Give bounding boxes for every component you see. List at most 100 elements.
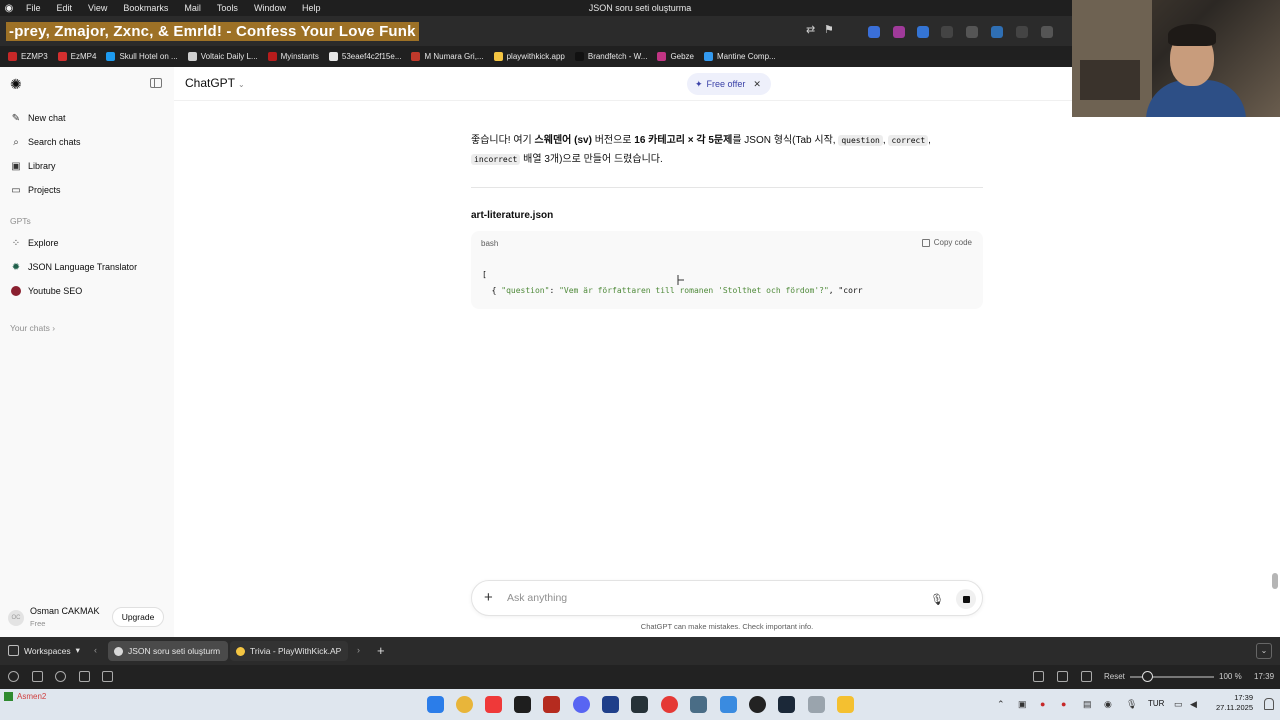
app-icon[interactable] bbox=[690, 696, 707, 713]
filezilla-icon[interactable] bbox=[543, 696, 560, 713]
extension-blue-icon[interactable] bbox=[917, 26, 929, 38]
tab-json-soru[interactable]: JSON soru seti oluşturm bbox=[108, 641, 228, 661]
new-tab-button[interactable]: + bbox=[377, 643, 385, 658]
openai-logo-icon[interactable]: ✺ bbox=[10, 76, 26, 92]
tray-app-icon[interactable]: ▤ bbox=[1083, 699, 1092, 710]
copy-code-button[interactable]: Copy code bbox=[921, 238, 972, 247]
sidebar-item-explore[interactable]: ⁘ Explore bbox=[10, 234, 59, 252]
chevron-right-icon[interactable]: › bbox=[357, 645, 360, 655]
grid-icon: ⁘ bbox=[11, 237, 21, 249]
zoom-slider-knob[interactable] bbox=[1142, 671, 1153, 682]
menu-help[interactable]: Help bbox=[294, 3, 329, 13]
app-icon[interactable] bbox=[720, 696, 737, 713]
system-clock[interactable]: 17:39 27.11.2025 bbox=[1213, 693, 1253, 713]
extension-shield-icon[interactable] bbox=[991, 26, 1003, 38]
microphone-icon[interactable]: 🎙 bbox=[1126, 699, 1137, 710]
capture-icon[interactable] bbox=[1033, 671, 1044, 682]
free-offer-badge[interactable]: ✦ Free offer ✕ bbox=[687, 73, 771, 95]
media-player-icon[interactable] bbox=[661, 696, 678, 713]
chevron-left-icon[interactable]: ‹ bbox=[94, 645, 97, 655]
chrome-icon[interactable] bbox=[456, 696, 473, 713]
menu-bookmarks[interactable]: Bookmarks bbox=[115, 3, 176, 13]
cloud-sync-icon[interactable] bbox=[55, 671, 66, 682]
tab-trivia[interactable]: Trivia - PlayWithKick.AP ✕ bbox=[230, 641, 348, 661]
sidebar-item-search-chats[interactable]: ⌕ Search chats bbox=[10, 133, 80, 151]
extension-purple-icon[interactable] bbox=[893, 26, 905, 38]
discord-icon[interactable] bbox=[573, 696, 590, 713]
vivaldi-icon[interactable] bbox=[485, 696, 502, 713]
network-icon[interactable]: ▭ bbox=[1174, 699, 1183, 710]
user-profile[interactable]: OC Osman CAKMAK Free Upgrade bbox=[8, 604, 168, 630]
bookmark-item[interactable]: Skull Hotel on ... bbox=[106, 52, 178, 61]
vivaldi-logo-icon[interactable]: ◉ bbox=[0, 3, 18, 14]
model-selector[interactable]: ChatGPT ⌄ bbox=[185, 76, 245, 90]
chevron-down-icon: ▾ bbox=[75, 645, 80, 655]
app-icon[interactable] bbox=[808, 696, 825, 713]
close-tab-icon[interactable]: ✕ bbox=[347, 646, 348, 657]
close-icon[interactable]: ✕ bbox=[753, 79, 761, 90]
prompt-input[interactable]: Ask anything bbox=[507, 592, 567, 604]
bookmark-item[interactable]: Mantine Comp... bbox=[704, 52, 776, 61]
stop-generating-button[interactable] bbox=[956, 589, 976, 609]
page-actions-icon[interactable] bbox=[1081, 671, 1092, 682]
extension-window-icon[interactable] bbox=[966, 26, 978, 38]
workspaces-button[interactable]: Workspaces ▾ bbox=[8, 645, 80, 656]
app-icon[interactable] bbox=[749, 696, 766, 713]
tray-app-icon[interactable]: ● bbox=[1061, 699, 1066, 709]
mail-icon[interactable] bbox=[79, 671, 90, 682]
your-chats-heading[interactable]: Your chats › bbox=[10, 323, 55, 333]
bookmark-item[interactable]: EzMP4 bbox=[57, 52, 96, 61]
bookmark-item[interactable]: EZMP3 bbox=[8, 52, 48, 61]
steam-icon[interactable] bbox=[778, 696, 795, 713]
language-indicator[interactable]: TUR bbox=[1148, 699, 1164, 708]
translate-extension-icon[interactable] bbox=[868, 26, 880, 38]
extension-pen-icon[interactable] bbox=[1016, 26, 1028, 38]
tray-app-icon[interactable]: ▣ bbox=[1018, 699, 1027, 710]
chevron-up-icon[interactable]: ⌃ bbox=[997, 699, 1005, 710]
sidebar-toggle-icon[interactable] bbox=[150, 78, 162, 88]
bookmark-item[interactable]: Brandfetch - W... bbox=[574, 52, 647, 61]
sidebar-item-library[interactable]: ▣ Library bbox=[10, 157, 55, 175]
app-icon[interactable] bbox=[631, 696, 648, 713]
sidebar-item-new-chat[interactable]: ✎ New chat bbox=[10, 109, 66, 127]
sidebar-item-projects[interactable]: ▭ Projects bbox=[10, 181, 60, 199]
app-icon[interactable] bbox=[602, 696, 619, 713]
panel-toggle-icon[interactable] bbox=[32, 671, 43, 682]
sidebar-item-json-language-translator[interactable]: ✹ JSON Language Translator bbox=[10, 258, 137, 276]
menu-tools[interactable]: Tools bbox=[209, 3, 246, 13]
bookmark-item[interactable]: Myinstants bbox=[267, 52, 319, 61]
scrollbar[interactable] bbox=[1272, 573, 1278, 589]
upgrade-button[interactable]: Upgrade bbox=[112, 607, 164, 627]
volume-icon[interactable]: ◀ bbox=[1190, 699, 1197, 710]
menu-mail[interactable]: Mail bbox=[176, 3, 209, 13]
bookmark-item[interactable]: playwithkick.app bbox=[493, 52, 565, 61]
extension-recycle-icon[interactable] bbox=[941, 26, 953, 38]
windows-start-icon[interactable] bbox=[427, 696, 444, 713]
menu-edit[interactable]: Edit bbox=[49, 3, 81, 13]
menu-window[interactable]: Window bbox=[246, 3, 294, 13]
tray-app-icon[interactable]: ● bbox=[1040, 699, 1045, 709]
file-explorer-icon[interactable] bbox=[837, 696, 854, 713]
notification-bell-icon[interactable] bbox=[1264, 698, 1274, 710]
bookmark-item[interactable]: Voltaic Daily L... bbox=[187, 52, 258, 61]
bookmark-item[interactable]: Gebze bbox=[657, 52, 694, 61]
bookmark-item[interactable]: 53eaef4c2f15e... bbox=[328, 52, 401, 61]
settings-gear-icon[interactable] bbox=[8, 671, 19, 682]
menu-view[interactable]: View bbox=[80, 3, 115, 13]
bookmark-favicon-icon bbox=[57, 52, 67, 61]
terminal-icon[interactable] bbox=[514, 696, 531, 713]
zoom-reset-button[interactable]: Reset bbox=[1104, 672, 1125, 681]
plus-icon[interactable]: + bbox=[484, 590, 493, 606]
translate-icon[interactable]: ⇄ bbox=[806, 23, 815, 36]
tab-list-chevron-icon[interactable]: ⌄ bbox=[1256, 643, 1272, 659]
sidebar-item-youtube-seo[interactable]: Youtube SEO bbox=[10, 282, 82, 300]
bookmark-item[interactable]: M Numara Gri,... bbox=[411, 52, 484, 61]
menu-file[interactable]: File bbox=[18, 3, 49, 13]
tray-app-icon[interactable]: ◉ bbox=[1104, 699, 1112, 710]
bookmark-icon[interactable]: ⚑ bbox=[824, 23, 834, 36]
tiling-icon[interactable] bbox=[1057, 671, 1068, 682]
microphone-icon[interactable]: 🎙 bbox=[930, 591, 944, 607]
library-icon: ▣ bbox=[11, 160, 21, 172]
extension-box-icon[interactable] bbox=[1041, 26, 1053, 38]
calendar-icon[interactable] bbox=[102, 671, 113, 682]
